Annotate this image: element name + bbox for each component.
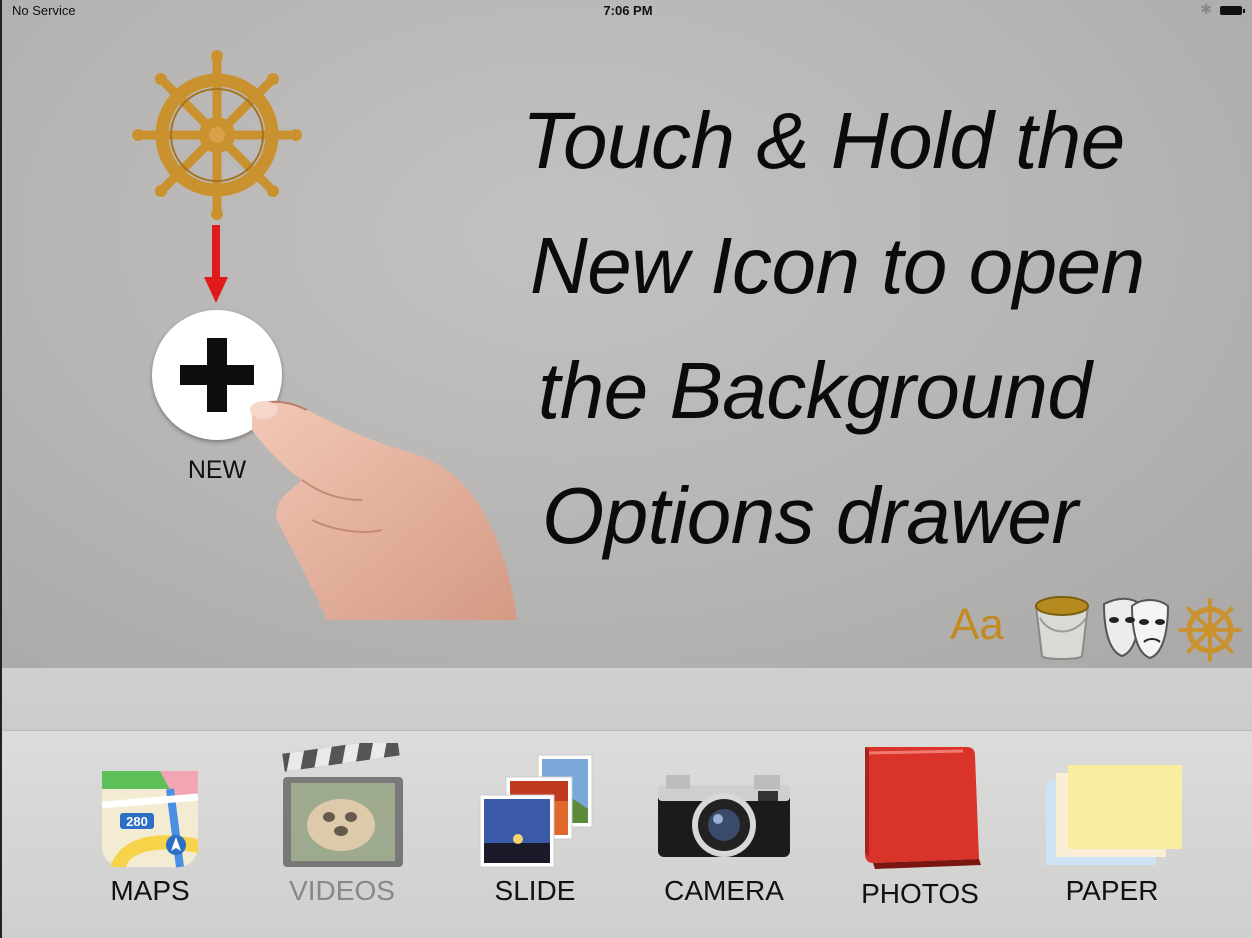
battery-icon: [1220, 6, 1245, 15]
paint-bucket-icon[interactable]: [1030, 592, 1094, 662]
dock-item-photos[interactable]: PHOTOS: [845, 731, 995, 938]
headline-line: New Icon to open: [530, 221, 1145, 310]
background-canvas[interactable]: No Service 7:06 PM ✱ NEW Touch & Hold th…: [2, 0, 1252, 668]
svg-text:280: 280: [126, 814, 148, 829]
dock-bar: 280 MAPS VIDEOS SLIDE CAMERA PHOTOS PAPE…: [2, 730, 1252, 938]
clapperboard-icon: [282, 743, 403, 867]
drawer-strip: [2, 668, 1252, 730]
slideshow-icon: [479, 754, 593, 868]
clock: 7:06 PM: [603, 3, 653, 18]
theater-masks-icon[interactable]: [1100, 594, 1172, 662]
pointing-hand-image: [250, 400, 517, 620]
camera-icon: [658, 775, 790, 857]
dock-item-label: CAMERA: [664, 875, 784, 906]
photo-album-icon: [865, 747, 981, 869]
down-arrow-icon: [204, 225, 228, 303]
bluetooth-icon: ✱: [1200, 1, 1212, 17]
status-bar: No Service 7:06 PM ✱: [2, 0, 1252, 20]
dock-item-paper[interactable]: PAPER: [1037, 731, 1187, 938]
ship-wheel-icon: [132, 50, 302, 220]
instruction-headline: Touch & Hold the New Icon to open the Ba…: [522, 78, 1242, 578]
dock-item-maps[interactable]: 280 MAPS: [75, 731, 225, 938]
dock-item-slide[interactable]: SLIDE: [460, 731, 610, 938]
dock-item-label: PAPER: [1065, 875, 1159, 906]
dock-item-label: VIDEOS: [289, 875, 395, 906]
dock-item-camera[interactable]: CAMERA: [649, 731, 799, 938]
ship-wheel-settings-icon[interactable]: [1178, 598, 1242, 662]
headline-line: Options drawer: [542, 471, 1078, 560]
headline-line: the Background: [538, 346, 1092, 435]
paper-icon: [1046, 765, 1182, 865]
dock-item-label: PHOTOS: [861, 878, 979, 909]
dock-item-label: MAPS: [110, 875, 190, 906]
text-style-tool[interactable]: Aa: [950, 600, 1004, 650]
maps-icon: 280: [101, 771, 199, 868]
app-screen: No Service 7:06 PM ✱ NEW Touch & Hold th…: [0, 0, 1252, 938]
dock-item-label: SLIDE: [494, 875, 576, 906]
headline-line: Touch & Hold the: [522, 96, 1125, 185]
dock-item-videos: VIDEOS: [267, 731, 417, 938]
